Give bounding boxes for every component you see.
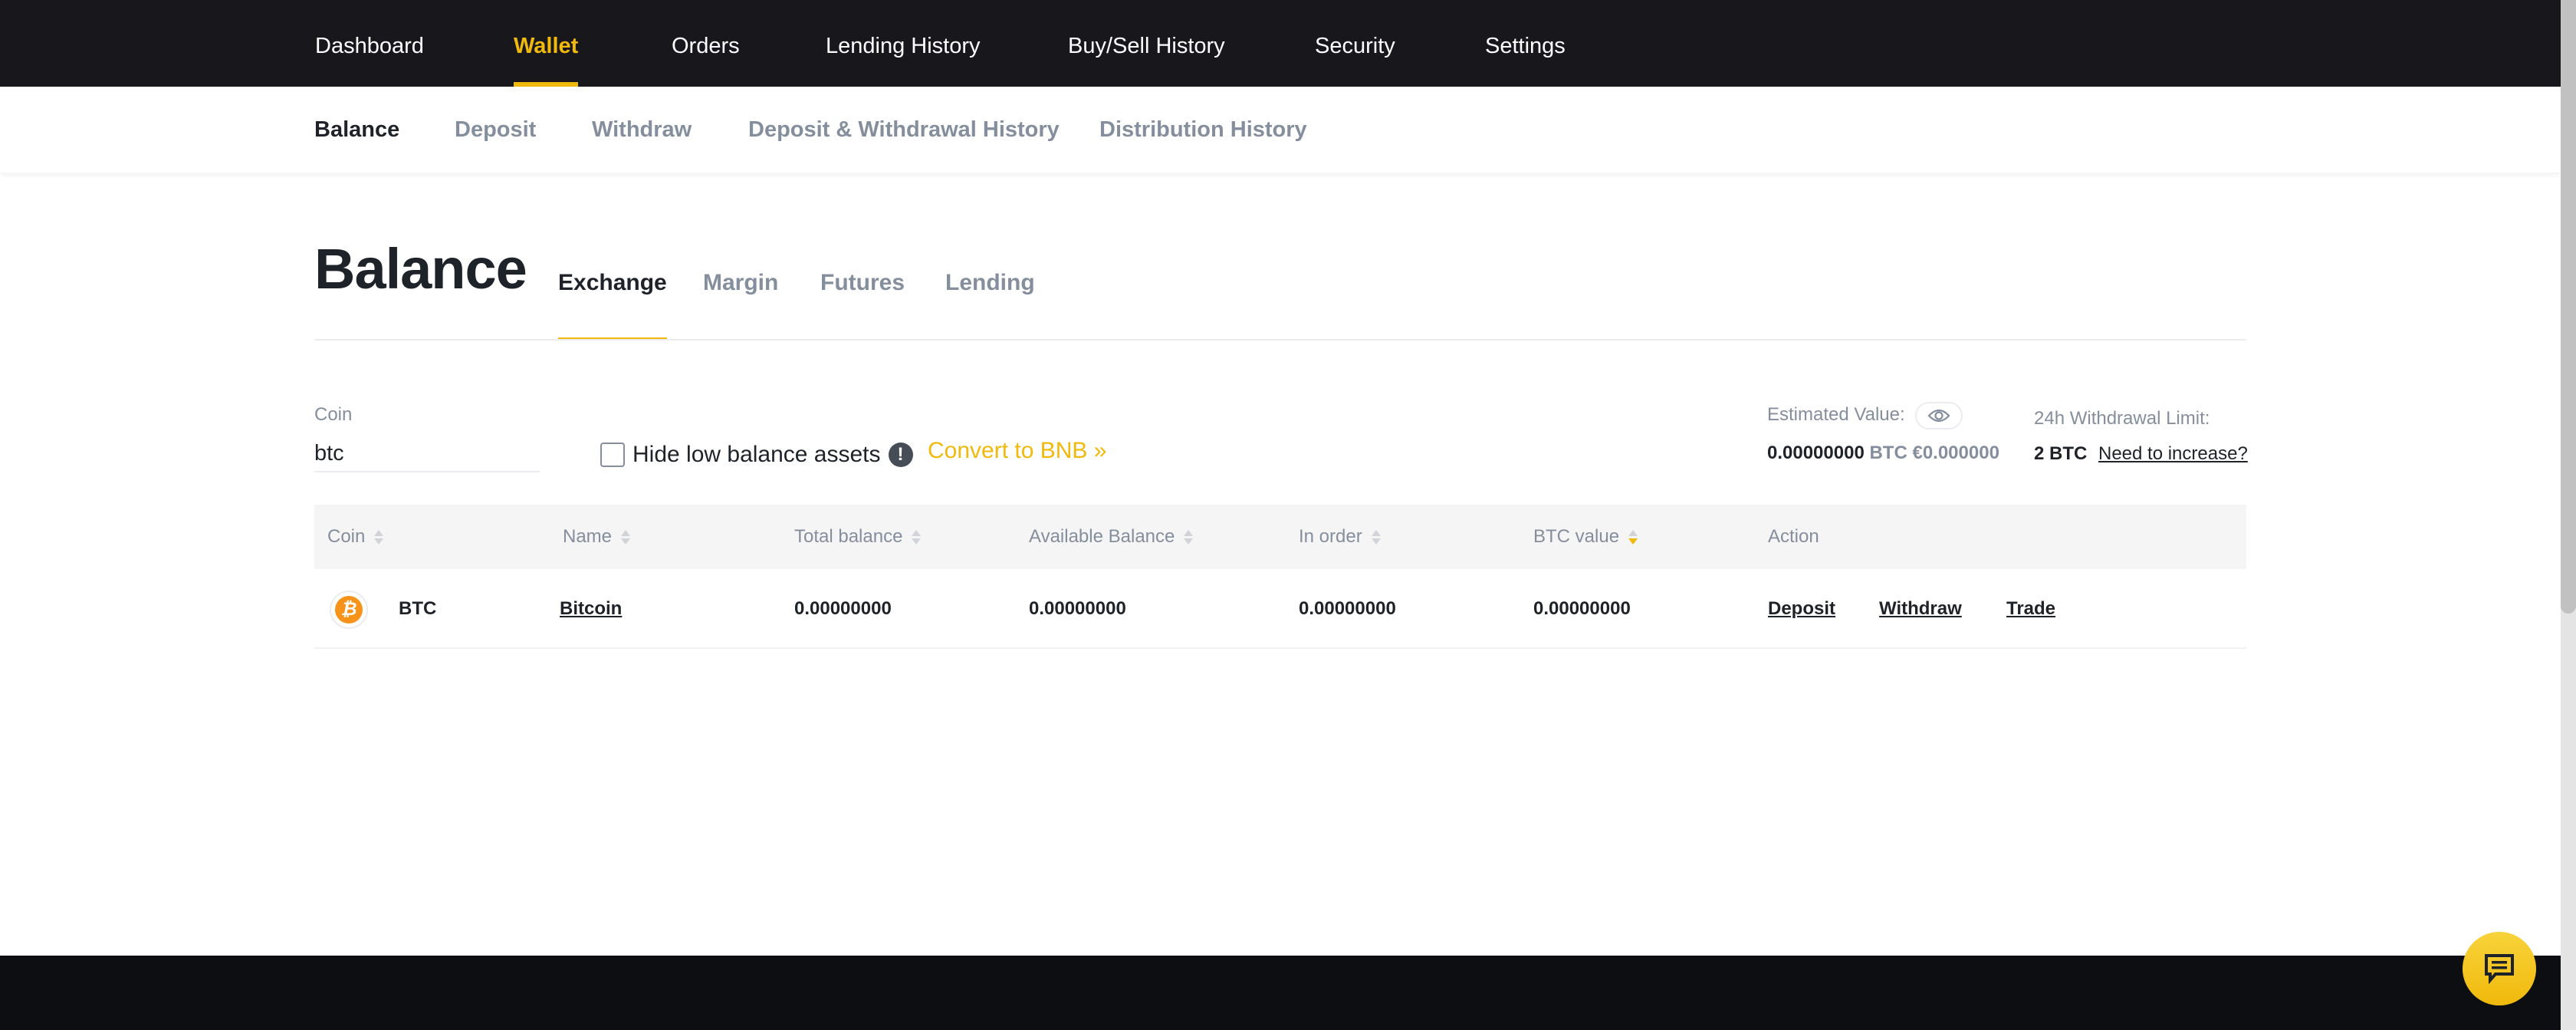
eye-icon [1927, 409, 1950, 423]
deposit-action-link[interactable]: Deposit [1768, 598, 1835, 619]
wallet-subnav: Balance Deposit Withdraw Deposit & Withd… [0, 87, 2561, 173]
cell-total-balance: 0.00000000 [794, 598, 892, 619]
estimated-btc-amount: 0.00000000 [1767, 443, 1865, 463]
coin-filter-label: Coin [314, 404, 353, 425]
cell-btc-value: 0.00000000 [1533, 598, 1631, 619]
bitcoin-icon: ₿ [330, 591, 368, 629]
nav-security[interactable]: Security [1315, 0, 1395, 87]
toggle-visibility-button[interactable] [1915, 402, 1963, 429]
page-footer [0, 956, 2561, 1030]
hide-low-balance-label: Hide low balance assets [632, 442, 881, 467]
column-header-action: Action [1768, 505, 1819, 569]
sort-icon [1184, 529, 1194, 545]
sort-icon [1371, 529, 1381, 545]
tab-lending[interactable]: Lending [945, 270, 1035, 341]
trade-action-link[interactable]: Trade [2006, 598, 2055, 619]
support-chat-button[interactable] [2463, 932, 2536, 1005]
estimated-value: 0.00000000 BTC €0.000000 [1767, 443, 1999, 464]
hide-low-balance-checkbox[interactable] [600, 443, 625, 467]
column-label: Coin [327, 526, 366, 547]
subnav-deposit[interactable]: Deposit [455, 87, 536, 173]
cell-action-deposit: Deposit [1768, 569, 1835, 649]
cell-action-withdraw: Withdraw [1879, 569, 1962, 649]
info-icon[interactable]: ! [888, 443, 913, 467]
cell-in-order: 0.00000000 [1299, 598, 1396, 619]
convert-to-bnb-link[interactable]: Convert to BNB » [928, 438, 1106, 464]
page-title: Balance [314, 237, 527, 301]
column-label: In order [1299, 526, 1362, 547]
column-header-btc-value[interactable]: BTC value [1533, 505, 1638, 569]
column-header-total-balance[interactable]: Total balance [794, 505, 922, 569]
column-header-coin[interactable]: Coin [327, 505, 384, 569]
estimated-value-label: Estimated Value: [1767, 404, 1905, 425]
table-row: ₿ BTC Bitcoin 0.00000000 0.00000000 0.00… [314, 569, 2246, 649]
top-navigation: Dashboard Wallet Orders Lending History … [0, 0, 2561, 87]
coin-name-link[interactable]: Bitcoin [560, 598, 622, 619]
column-label: Available Balance [1029, 526, 1175, 547]
withdrawal-limit-unit: BTC [2049, 443, 2088, 464]
column-label: Total balance [794, 526, 903, 547]
subnav-deposit-withdrawal-history[interactable]: Deposit & Withdrawal History [748, 87, 1060, 173]
withdrawal-limit-amount: 2 [2034, 443, 2045, 464]
column-header-in-order[interactable]: In order [1299, 505, 1381, 569]
table-header: Coin Name Total balance Available Balanc… [314, 505, 2246, 569]
tabs-divider [314, 339, 2246, 341]
subnav-distribution-history[interactable]: Distribution History [1099, 87, 1307, 173]
chat-icon [2485, 954, 2514, 985]
column-label: Action [1768, 526, 1819, 547]
column-header-available-balance[interactable]: Available Balance [1029, 505, 1194, 569]
cell-available-balance: 0.00000000 [1029, 598, 1126, 619]
estimated-btc-unit: BTC [1869, 443, 1907, 463]
nav-lending-history[interactable]: Lending History [826, 0, 981, 87]
withdraw-action-link[interactable]: Withdraw [1879, 598, 1962, 619]
hide-low-balance-toggle[interactable]: Hide low balance assets ! [600, 441, 913, 469]
nav-buy-sell-history[interactable]: Buy/Sell History [1068, 0, 1225, 87]
nav-orders[interactable]: Orders [672, 0, 740, 87]
need-to-increase-link[interactable]: Need to increase? [2098, 443, 2248, 465]
estimated-fiat-amount: €0.000000 [1912, 443, 1999, 463]
scrollbar-thumb[interactable] [2561, 0, 2576, 614]
cell-coin: BTC [399, 598, 437, 619]
withdrawal-limit-label: 24h Withdrawal Limit: [2034, 408, 2210, 429]
subnav-balance[interactable]: Balance [314, 87, 399, 173]
coin-search-input[interactable] [314, 436, 540, 472]
nav-wallet[interactable]: Wallet [514, 0, 579, 87]
tab-futures[interactable]: Futures [820, 270, 905, 341]
sort-icon [912, 529, 922, 545]
sort-icon-active [1628, 529, 1638, 545]
nav-dashboard[interactable]: Dashboard [315, 0, 424, 87]
nav-settings[interactable]: Settings [1485, 0, 1566, 87]
column-label: BTC value [1533, 526, 1620, 547]
cell-action-trade: Trade [2006, 569, 2055, 649]
column-header-name[interactable]: Name [563, 505, 631, 569]
tab-margin[interactable]: Margin [703, 270, 778, 341]
cell-name: Bitcoin [560, 569, 622, 649]
subnav-withdraw[interactable]: Withdraw [592, 87, 692, 173]
sort-icon [374, 529, 384, 545]
tab-exchange[interactable]: Exchange [558, 270, 667, 341]
withdrawal-limit-value: 2 BTC [2034, 443, 2087, 465]
sort-icon [621, 529, 631, 545]
column-label: Name [563, 526, 613, 547]
